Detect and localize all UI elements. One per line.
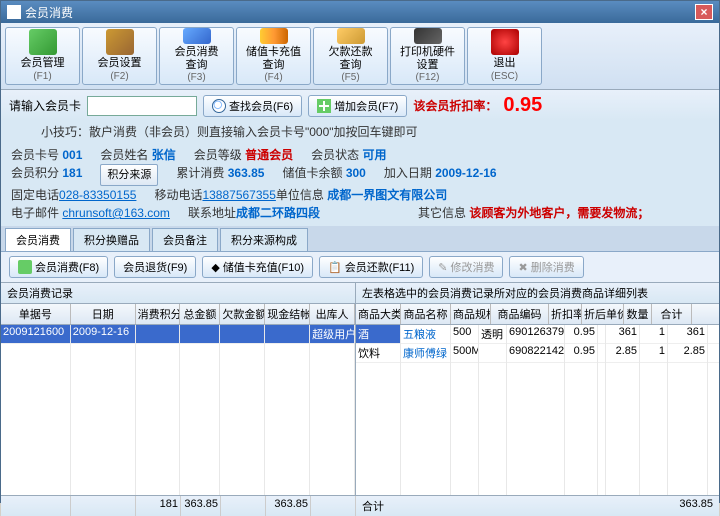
left-col-header[interactable]: 现金结帐 xyxy=(265,304,310,324)
add-member-button[interactable]: 增加会员(F7) xyxy=(308,95,407,117)
footer-cell: 181 xyxy=(136,496,181,516)
company: 成都一界图文有限公司 xyxy=(327,188,447,202)
window-title: 会员消费 xyxy=(25,4,73,21)
toolbar-icon xyxy=(29,29,57,55)
tab-2[interactable]: 会员备注 xyxy=(152,228,218,251)
phone[interactable]: 028-83350155 xyxy=(59,188,136,202)
points-source-button[interactable]: 积分来源 xyxy=(100,164,158,186)
card-balance: 300 xyxy=(346,166,366,180)
total-consume: 363.85 xyxy=(228,166,265,180)
footer-cell: 363.85 xyxy=(266,496,311,516)
member-level: 普通会员 xyxy=(245,148,293,162)
footer-cell xyxy=(221,496,266,516)
rate-value: 0.95 xyxy=(503,94,542,117)
table-row[interactable]: 饮料康师傅绿500ML6908221420.952.8512.85 xyxy=(356,344,719,363)
grids: 会员消费记录 单据号日期消费积分总金额欠款金额现金结帐出库人 200912160… xyxy=(1,283,719,495)
other-info: 该顾客为外地客户，需要发物流； xyxy=(469,206,649,220)
left-col-header[interactable]: 单据号 xyxy=(1,304,71,324)
mobile[interactable]: 13887567355 xyxy=(202,188,275,202)
left-grid-body[interactable]: 20091216002009-12-16超级用户 xyxy=(1,325,355,495)
rate-label: 该会员折扣率： xyxy=(413,97,497,114)
toolbar-icon xyxy=(260,28,288,44)
left-col-header[interactable]: 消费积分 xyxy=(136,304,181,324)
toolbar-icon xyxy=(337,28,365,44)
card-input[interactable] xyxy=(87,96,197,116)
repay-button[interactable]: 📋 会员还款(F11) xyxy=(319,256,423,278)
footer-cell xyxy=(311,496,356,516)
table-row[interactable]: 酒五粮液500透明6901263790.953611361 xyxy=(356,325,719,344)
edit-consume-button[interactable]: ✎ 修改消费 xyxy=(429,256,503,278)
search-icon xyxy=(212,99,226,113)
toolbar-icon xyxy=(491,29,519,55)
recharge-button[interactable]: ◆ 储值卡充值(F10) xyxy=(202,256,313,278)
toolbar: 会员管理(F1)会员设置(F2)会员消费查询(F3)储值卡充值查询(F4)欠款还… xyxy=(1,23,719,90)
tab-1[interactable]: 积分换赠品 xyxy=(73,228,150,251)
right-grid: 左表格选中的会员消费记录所对应的会员消费商品详细列表 商品大类商品名称商品规格商… xyxy=(356,283,719,495)
join-date: 2009-12-16 xyxy=(435,166,496,180)
consume-button[interactable]: 会员消费(F8) xyxy=(9,256,108,278)
right-col-header[interactable]: 商品规格 xyxy=(451,304,491,324)
right-grid-body[interactable]: 酒五粮液500透明6901263790.953611361饮料康师傅绿500ML… xyxy=(356,325,719,495)
find-member-button[interactable]: 查找会员(F6) xyxy=(203,95,302,117)
table-row[interactable]: 20091216002009-12-16超级用户 xyxy=(1,325,355,344)
tab-3[interactable]: 积分来源构成 xyxy=(220,228,308,251)
refund-button[interactable]: 会员退货(F9) xyxy=(114,256,196,278)
toolbar-btn-6[interactable]: 退出(ESC) xyxy=(467,27,542,85)
toolbar-btn-1[interactable]: 会员设置(F2) xyxy=(82,27,157,85)
points: 181 xyxy=(62,166,82,180)
left-grid-title: 会员消费记录 xyxy=(1,283,355,304)
add-icon xyxy=(317,99,331,113)
right-col-header[interactable]: 折扣率 xyxy=(549,304,582,324)
right-col-header[interactable]: 数量 xyxy=(624,304,652,324)
app-icon xyxy=(7,5,21,19)
window: 会员消费 × 会员管理(F1)会员设置(F2)会员消费查询(F3)储值卡充值查询… xyxy=(0,0,720,503)
tip-text: 小技巧：散户消费（非会员）则直接输入会员卡号"000"加按回车键即可 xyxy=(1,121,719,142)
toolbar-btn-0[interactable]: 会员管理(F1) xyxy=(5,27,80,85)
member-state: 可用 xyxy=(363,148,387,162)
check-icon xyxy=(18,260,32,274)
member-info: 会员卡号 001 会员姓名 张信 会员等级 普通会员 会员状态 可用 会员积分 … xyxy=(1,142,719,226)
left-col-header[interactable]: 日期 xyxy=(71,304,136,324)
toolbar-btn-2[interactable]: 会员消费查询(F3) xyxy=(159,27,234,85)
member-name: 张信 xyxy=(152,148,176,162)
close-button[interactable]: × xyxy=(695,4,713,20)
right-col-header[interactable]: 合计 xyxy=(652,304,692,324)
footer: 181363.85363.85 合计 363.85 xyxy=(1,495,719,516)
footer-cell xyxy=(71,496,136,516)
toolbar-icon xyxy=(106,29,134,55)
search-prompt: 请输入会员卡 xyxy=(9,97,81,114)
delete-consume-button[interactable]: ✖ 删除消费 xyxy=(509,256,583,278)
right-col-header[interactable]: 商品大类 xyxy=(356,304,401,324)
left-col-header[interactable]: 总金额 xyxy=(180,304,220,324)
card-no: 001 xyxy=(62,148,82,162)
tabs: 会员消费积分换赠品会员备注积分来源构成 xyxy=(1,226,719,252)
toolbar-icon xyxy=(414,28,442,44)
titlebar: 会员消费 × xyxy=(1,1,719,23)
footer-cell xyxy=(1,496,71,516)
left-col-header[interactable]: 出库人 xyxy=(310,304,355,324)
search-bar: 请输入会员卡 查找会员(F6) 增加会员(F7) 该会员折扣率： 0.95 xyxy=(1,90,719,121)
footer-total-value: 363.85 xyxy=(679,498,713,514)
toolbar-btn-3[interactable]: 储值卡充值查询(F4) xyxy=(236,27,311,85)
toolbar-btn-4[interactable]: 欠款还款查询(F5) xyxy=(313,27,388,85)
address: 成都二环路四段 xyxy=(236,206,320,220)
tab-0[interactable]: 会员消费 xyxy=(5,228,71,251)
right-col-header[interactable]: 折后单价 xyxy=(582,304,624,324)
footer-cell: 363.85 xyxy=(181,496,221,516)
left-col-header[interactable]: 欠款金额 xyxy=(220,304,265,324)
sub-toolbar: 会员消费(F8) 会员退货(F9) ◆ 储值卡充值(F10) 📋 会员还款(F1… xyxy=(1,252,719,283)
toolbar-btn-5[interactable]: 打印机硬件设置(F12) xyxy=(390,27,465,85)
right-grid-title: 左表格选中的会员消费记录所对应的会员消费商品详细列表 xyxy=(356,283,719,304)
email[interactable]: chrunsoft@163.com xyxy=(62,206,170,220)
toolbar-icon xyxy=(183,28,211,44)
right-col-header[interactable]: 商品名称 xyxy=(401,304,451,324)
right-col-header[interactable]: 商品编码 xyxy=(491,304,549,324)
left-grid: 会员消费记录 单据号日期消费积分总金额欠款金额现金结帐出库人 200912160… xyxy=(1,283,356,495)
footer-total-label: 合计 xyxy=(362,498,384,514)
